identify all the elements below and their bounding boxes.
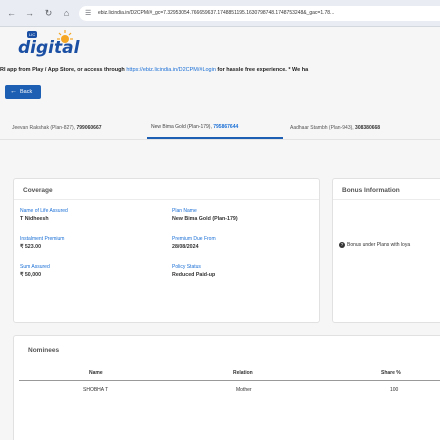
nominees-card: Nominees Name Relation Share % SHOBHA T … xyxy=(13,335,440,440)
column-header-relation: Relation xyxy=(233,370,253,376)
app-notice: RI app from Play / App Store, or access … xyxy=(0,67,308,73)
due-from-field: Premium Due From 28/08/2024 xyxy=(172,236,216,250)
nominee-share: 100 xyxy=(390,387,399,393)
field-label: Policy Status xyxy=(172,264,201,270)
tab-new-bima-gold[interactable]: New Bima Gold (Plan-179), 795867644 xyxy=(151,124,238,130)
policy-tabs: Jeevan Rakshak (Plan-827), 799060667 New… xyxy=(0,121,440,140)
bonus-note-text: Bonus under Plans with loya xyxy=(347,242,411,248)
divider xyxy=(14,199,319,200)
notice-suffix: for hassle free experience. * We ha xyxy=(215,67,309,73)
forward-arrow-icon[interactable]: → xyxy=(24,8,35,19)
tab-policy-number: 799060667 xyxy=(76,125,102,131)
arrow-left-icon: ← xyxy=(10,88,17,95)
column-header-share: Share % xyxy=(381,370,401,376)
divider xyxy=(333,199,440,200)
back-button[interactable]: ← Back xyxy=(5,85,41,99)
premium-field: Instalment Premium ₹ 523.00 xyxy=(20,236,64,250)
reload-icon[interactable]: ↻ xyxy=(43,8,54,19)
field-value: ₹ 50,000 xyxy=(20,272,42,278)
bonus-info-card: Bonus Information ? Bonus under Plans wit… xyxy=(332,178,440,323)
nominees-title: Nominees xyxy=(28,347,60,354)
tab-jeevan-rakshak[interactable]: Jeevan Rakshak (Plan-827), 799060667 xyxy=(12,125,102,131)
tab-policy-number: 795867644 xyxy=(213,124,239,130)
home-icon[interactable]: ⌂ xyxy=(61,8,72,19)
plan-name-field: Plan Name New Bima Gold (Plan-179) xyxy=(172,208,238,222)
field-value: 28/08/2024 xyxy=(172,244,199,250)
field-label: Premium Due From xyxy=(172,236,216,242)
field-label: Plan Name xyxy=(172,208,197,214)
site-settings-icon[interactable]: ☰ xyxy=(85,9,91,17)
lic-digital-logo[interactable]: LIC digital xyxy=(18,30,79,58)
policy-status-field: Policy Status Reduced Paid-up xyxy=(172,264,215,278)
bonus-note: ? Bonus under Plans with loya xyxy=(339,242,410,248)
tab-plan-name: Aadhaar Stambh (Plan-943), xyxy=(290,125,356,131)
back-button-label: Back xyxy=(20,89,33,95)
sum-assured-field: Sum Assured ₹ 50,000 xyxy=(20,264,50,278)
tab-policy-number: 308380668 xyxy=(355,125,381,131)
url-text[interactable]: ebiz.licindia.in/D2CPM/#_gc=7.32953054.7… xyxy=(98,10,334,16)
notice-prefix: RI app from Play / App Store, or access … xyxy=(0,67,127,73)
field-label: Instalment Premium xyxy=(20,236,65,242)
field-value: Reduced Paid-up xyxy=(172,272,216,278)
logo-badge: LIC xyxy=(27,31,38,38)
page-content: LIC digital RI app from Play / App Store… xyxy=(0,27,440,440)
tab-plan-name: Jeevan Rakshak (Plan-827), xyxy=(12,125,77,131)
table-header: Name Relation Share % xyxy=(19,365,440,381)
nominee-relation: Mother xyxy=(236,387,252,393)
bonus-info-title: Bonus Information xyxy=(342,187,400,194)
coverage-card: Coverage Name of Life Assured T Nidheesh… xyxy=(13,178,320,323)
sun-icon xyxy=(57,30,73,43)
tab-plan-name: New Bima Gold (Plan-179), xyxy=(151,124,214,130)
column-header-name: Name xyxy=(89,370,103,376)
question-icon[interactable]: ? xyxy=(339,242,345,248)
life-assured-field: Name of Life Assured T Nidheesh xyxy=(20,208,68,222)
coverage-title: Coverage xyxy=(23,187,53,194)
back-arrow-icon[interactable]: ← xyxy=(6,8,17,19)
nominee-name: SHOBHA T xyxy=(83,387,109,393)
browser-toolbar: ← → ↻ ⌂ ☰ ebiz.licindia.in/D2CPM/#_gc=7.… xyxy=(0,0,440,27)
notice-link[interactable]: https://ebiz.licindia.in/D2CPM/#Login xyxy=(126,67,216,73)
tab-divider xyxy=(0,139,440,140)
field-value: T Nidheesh xyxy=(20,216,49,222)
field-value: ₹ 523.00 xyxy=(20,244,42,250)
field-label: Sum Assured xyxy=(20,264,50,270)
field-value: New Bima Gold (Plan-179) xyxy=(172,216,238,222)
field-label: Name of Life Assured xyxy=(20,208,68,214)
tab-aadhaar-stambh[interactable]: Aadhaar Stambh (Plan-943), 308380668 xyxy=(290,125,380,131)
